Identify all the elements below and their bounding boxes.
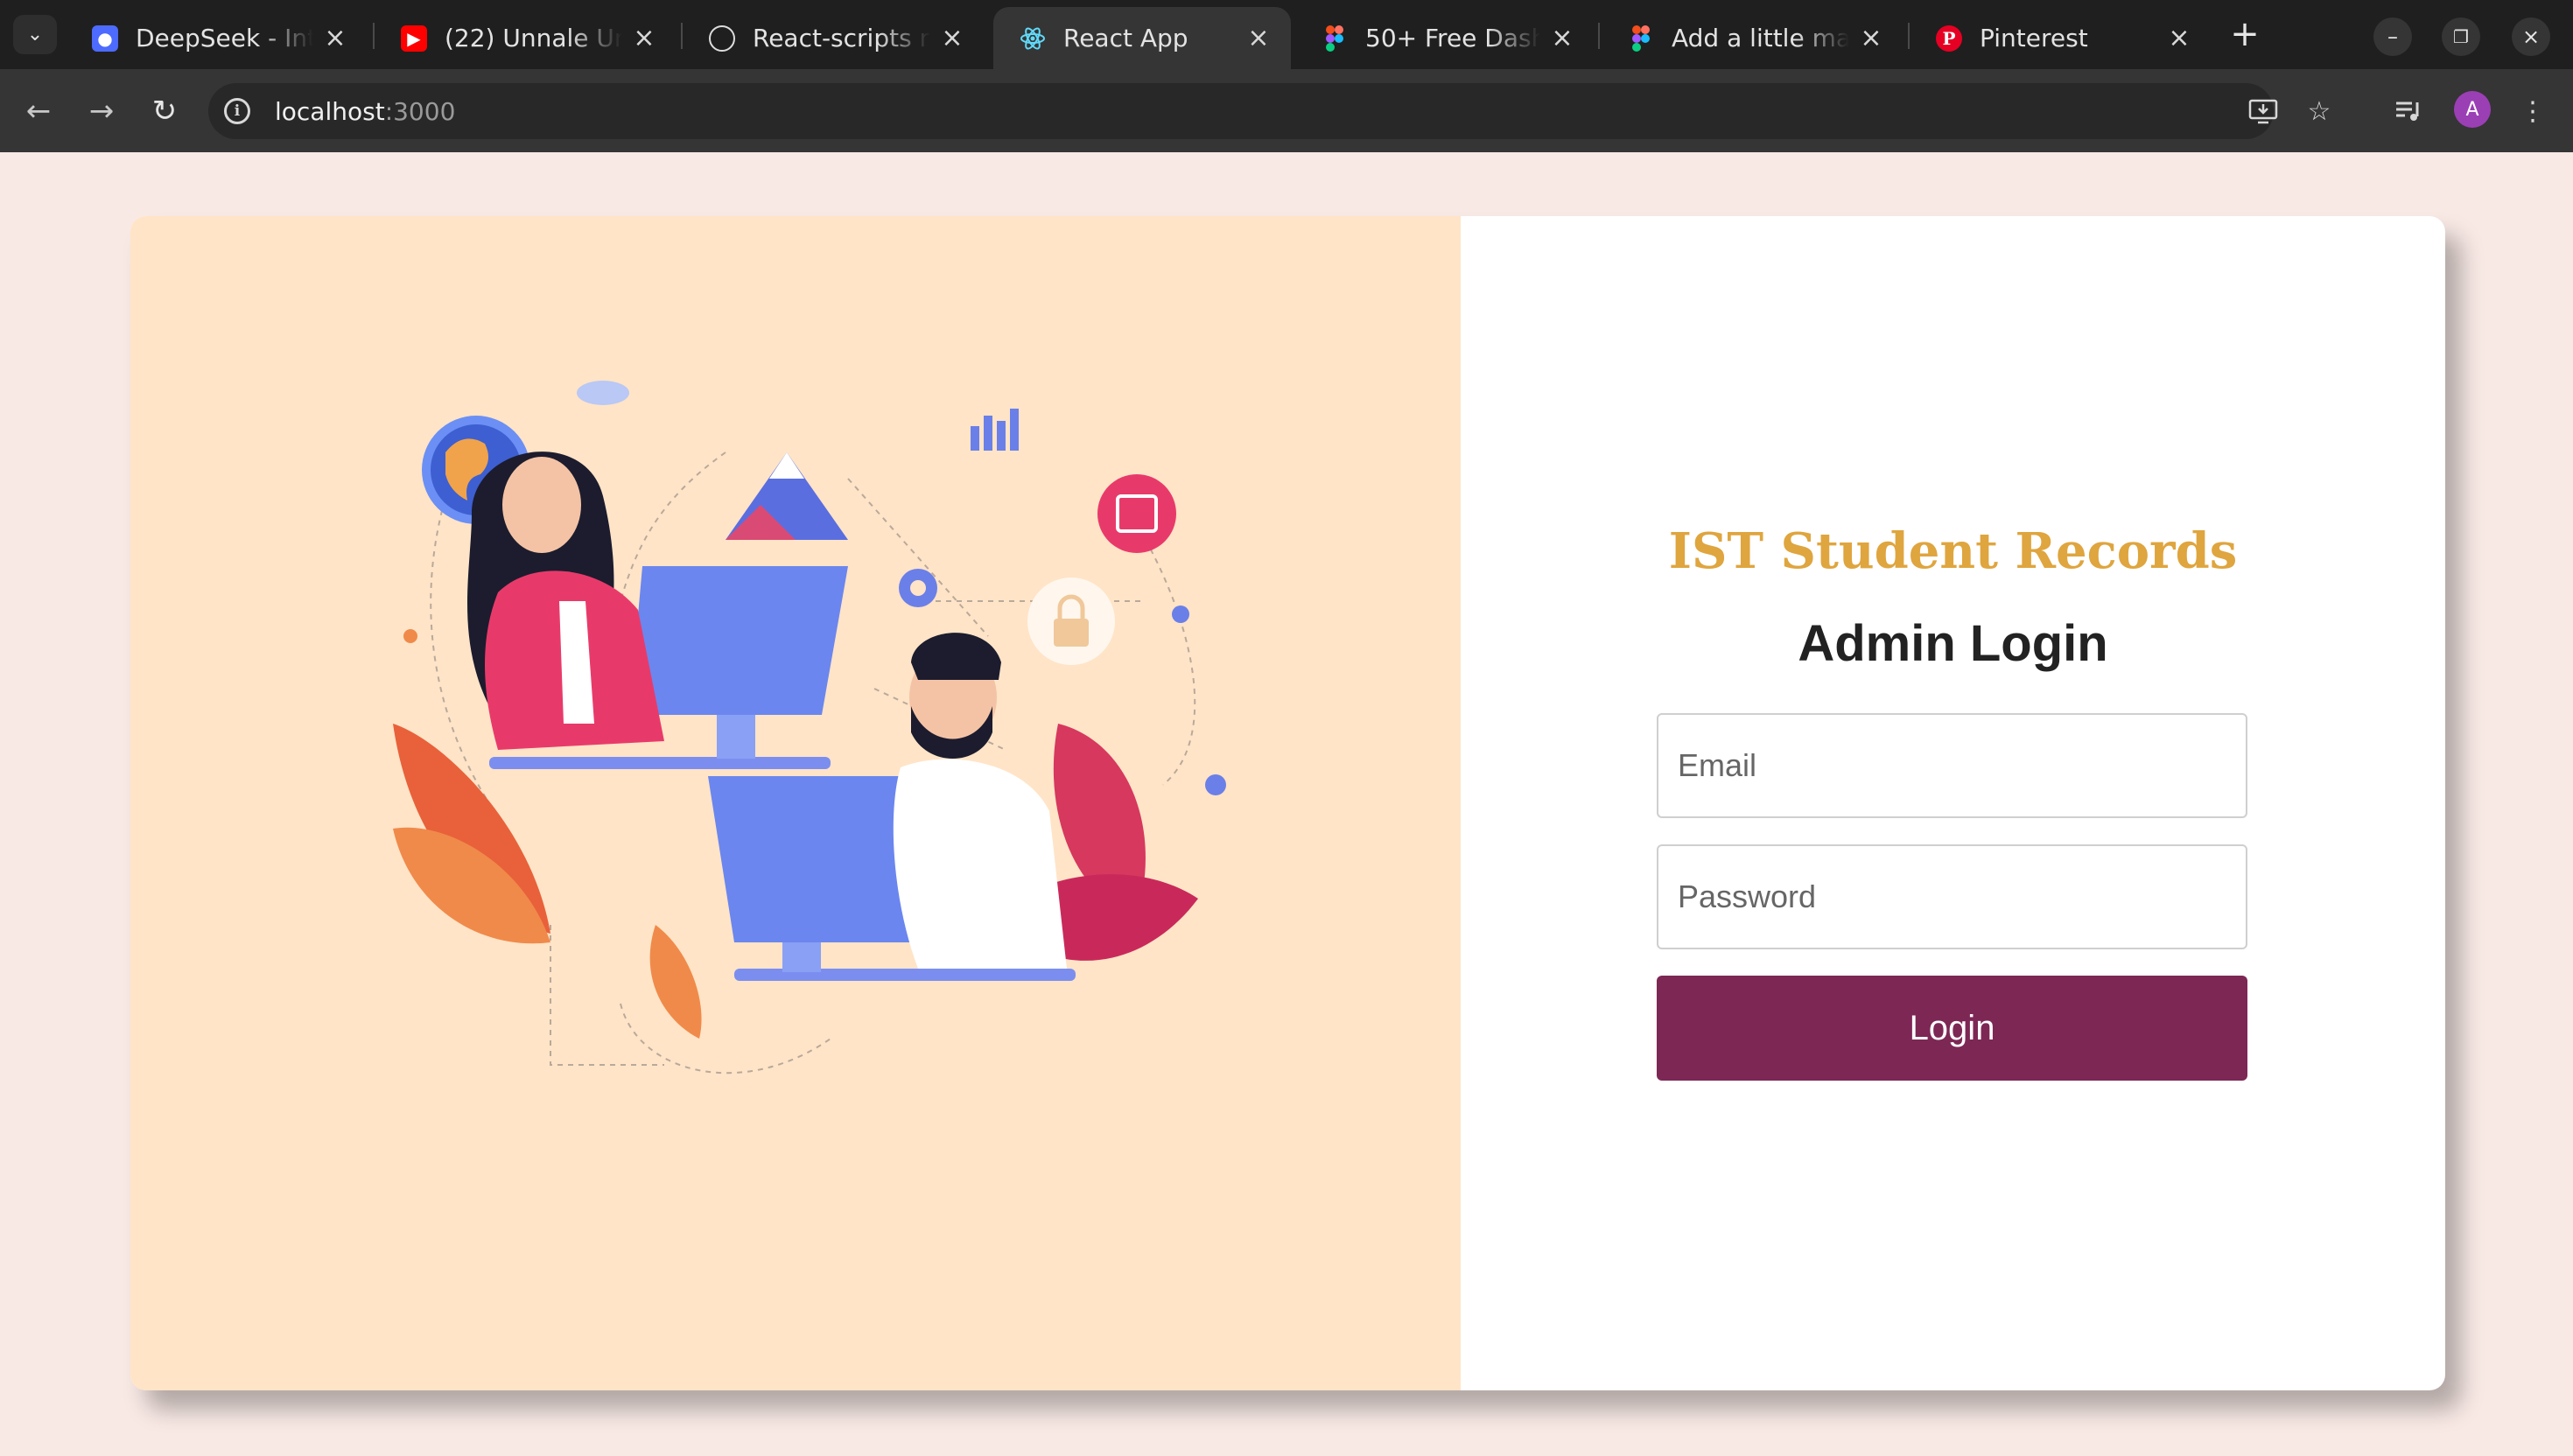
tab-title: Add a little mag: [1672, 24, 1849, 52]
arrow-right-icon: →: [88, 94, 115, 129]
tab-react-scripts[interactable]: React-scripts nc ×: [683, 7, 985, 69]
screen-share-icon: [1097, 474, 1176, 553]
back-button[interactable]: ←: [16, 88, 61, 134]
react-icon: [1020, 25, 1046, 52]
restore-button[interactable]: ❐: [2442, 18, 2480, 56]
address-bar[interactable]: i localhost:3000: [208, 83, 2274, 139]
tab-title: Pinterest: [1980, 24, 2088, 52]
login-card: IST Student Records Admin Login Login: [130, 216, 2445, 1390]
media-controls-button[interactable]: [2386, 88, 2431, 134]
close-icon[interactable]: ×: [322, 23, 348, 53]
close-window-button[interactable]: ×: [2512, 18, 2550, 56]
app-title: IST Student Records: [1668, 522, 2238, 580]
youtube-icon: ▶: [401, 24, 427, 52]
profile-avatar[interactable]: A: [2454, 91, 2491, 128]
login-panel: IST Student Records Admin Login Login: [1461, 216, 2445, 1390]
tab-react-app[interactable]: React App ×: [993, 7, 1291, 69]
tab-deepseek[interactable]: ● DeepSeek - Into ×: [66, 7, 368, 69]
close-icon[interactable]: ×: [2166, 23, 2192, 53]
arrow-left-icon: ←: [25, 94, 52, 129]
login-button[interactable]: Login: [1657, 976, 2247, 1081]
people-at-computers-illustration: [393, 381, 1226, 1074]
url-host: localhost: [275, 96, 385, 126]
tab-title: (22) Unnale Unn: [445, 24, 622, 52]
tab-separator: [1598, 23, 1600, 49]
tab-title: DeepSeek - Into: [136, 24, 313, 52]
tab-search-button[interactable]: ⌄: [13, 15, 57, 54]
illustration-panel: [130, 216, 1461, 1390]
restore-icon: ❐: [2453, 26, 2469, 47]
plus-icon: +: [2230, 14, 2260, 54]
reload-button[interactable]: ↻: [142, 88, 187, 134]
chevron-down-icon: ⌄: [26, 24, 44, 46]
url-port: :3000: [384, 96, 456, 126]
tab-strip: ⌄ ● DeepSeek - Into × ▶ (22) Unnale Unn …: [0, 0, 2573, 69]
openai-icon: [709, 24, 735, 52]
tab-title: React-scripts nc: [753, 24, 930, 52]
tab-title: React App: [1063, 24, 1188, 52]
email-field[interactable]: [1657, 713, 2247, 818]
star-icon: ☆: [2307, 95, 2331, 127]
reload-icon: ↻: [151, 94, 178, 129]
chrome-menu-button[interactable]: ⋮: [2510, 88, 2555, 134]
figma-icon: [1322, 24, 1348, 52]
mountain-icon: [726, 452, 848, 540]
forward-button[interactable]: →: [79, 88, 124, 134]
more-vert-icon: ⋮: [2520, 95, 2546, 127]
figma-icon: [1628, 24, 1654, 52]
tab-figma-magic[interactable]: Add a little mag ×: [1602, 7, 1903, 69]
close-icon[interactable]: ×: [1245, 23, 1272, 53]
browser-toolbar: ← → ↻ i localhost:3000 ☆ ⋮: [0, 69, 2573, 152]
pinterest-icon: P: [1936, 24, 1962, 52]
new-tab-button[interactable]: +: [2225, 12, 2265, 56]
install-app-button[interactable]: [2240, 88, 2286, 134]
bookmark-button[interactable]: ☆: [2296, 88, 2342, 134]
tab-pinterest[interactable]: P Pinterest ×: [1910, 7, 2212, 69]
gear-icon: [899, 569, 937, 607]
site-info-icon[interactable]: i: [224, 98, 250, 124]
playlist-music-icon: [2396, 102, 2419, 121]
page-title: Admin Login: [1798, 615, 2108, 672]
close-icon: ×: [2521, 24, 2541, 49]
tab-title: 50+ Free Dashb: [1365, 24, 1540, 52]
close-icon[interactable]: ×: [1549, 23, 1575, 53]
close-icon[interactable]: ×: [939, 23, 965, 53]
password-field[interactable]: [1657, 844, 2247, 949]
deepseek-whale-icon: ●: [92, 24, 118, 52]
url-text[interactable]: localhost:3000: [275, 97, 455, 126]
bar-chart-icon: [971, 409, 1019, 451]
close-icon[interactable]: ×: [631, 23, 657, 53]
minimize-button[interactable]: –: [2373, 18, 2412, 56]
tab-figma-dashboards[interactable]: 50+ Free Dashb ×: [1295, 7, 1595, 69]
minimize-icon: –: [2387, 24, 2398, 49]
close-icon[interactable]: ×: [1858, 23, 1884, 53]
tab-youtube[interactable]: ▶ (22) Unnale Unn ×: [375, 7, 677, 69]
install-app-icon: [2248, 99, 2278, 124]
lock-icon: [1027, 578, 1115, 665]
